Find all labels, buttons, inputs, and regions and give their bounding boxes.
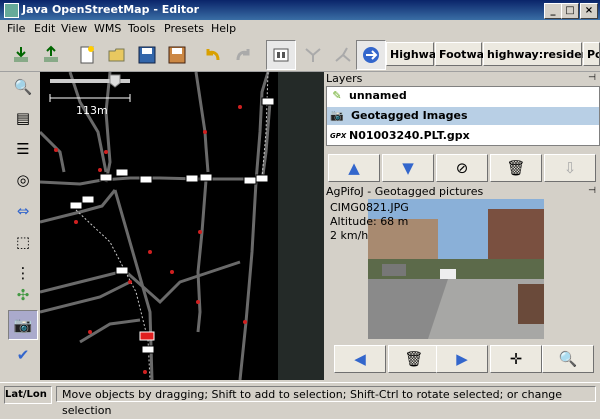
menu-bar: File Edit View WMS Tools Presets Help bbox=[0, 20, 600, 37]
maximize-button[interactable]: □ bbox=[561, 3, 579, 19]
validate-icon[interactable]: ✔ bbox=[8, 340, 38, 370]
map-canvas[interactable]: 113m bbox=[40, 72, 324, 380]
move-up-button[interactable]: ▲ bbox=[328, 154, 380, 182]
map-view[interactable]: 113m bbox=[40, 72, 324, 380]
preset-more-button[interactable]: Po bbox=[583, 42, 600, 66]
menu-view[interactable]: View bbox=[61, 22, 87, 35]
open-file-icon[interactable] bbox=[102, 40, 132, 70]
menu-wms[interactable]: WMS bbox=[94, 22, 121, 35]
map-area bbox=[278, 72, 324, 380]
save-icon[interactable] bbox=[132, 40, 162, 70]
undo-icon[interactable] bbox=[198, 40, 228, 70]
preset-highway-button[interactable]: Highway bbox=[386, 42, 443, 66]
layer-item-label: Geotagged Images bbox=[351, 109, 468, 122]
merge-icon: ⇩ bbox=[563, 159, 577, 177]
next-icon: ▶ bbox=[456, 350, 468, 368]
close-button[interactable]: × bbox=[580, 3, 598, 19]
layer-item-unnamed[interactable]: ✎ unnamed bbox=[327, 87, 599, 105]
left-toolbar: 🔍 ▤ ☰ ◎ ⇔ ⬚ ⋮ ✣ 📷 ✔ bbox=[0, 72, 40, 380]
status-bar: Lat/Lon Move objects by dragging; Shift … bbox=[0, 382, 600, 417]
window-title: Java OpenStreetMap - Editor bbox=[22, 3, 200, 16]
zoom-icon: 🔍 bbox=[558, 350, 578, 368]
scale-label: 113m bbox=[76, 104, 108, 117]
menu-presets[interactable]: Presets bbox=[164, 22, 204, 35]
selected-photo-marker[interactable] bbox=[139, 331, 155, 341]
photo-altitude: Altitude: 68 m bbox=[330, 215, 409, 228]
move-down-icon: ▼ bbox=[402, 159, 414, 177]
latlon-label: Lat/Lon bbox=[4, 386, 52, 404]
properties-icon[interactable]: ☰ bbox=[8, 134, 38, 164]
photo-panel-header: AgPifoJ - Geotagged pictures ⊣ bbox=[326, 185, 600, 198]
menu-help[interactable]: Help bbox=[211, 22, 236, 35]
delete-photo-button[interactable]: 🗑 bbox=[388, 345, 440, 373]
layer-item-label: unnamed bbox=[349, 89, 407, 102]
next-photo-button[interactable]: ▶ bbox=[436, 345, 488, 373]
layer-list: ✎ unnamed 📷 Geotagged Images GPX N010032… bbox=[326, 86, 600, 146]
merge-nodes-icon[interactable] bbox=[298, 40, 328, 70]
pin-icon[interactable]: ⊣ bbox=[588, 73, 596, 83]
app-icon bbox=[4, 3, 19, 18]
photo-panel: AgPifoJ - Geotagged pictures ⊣ CIMG0821.… bbox=[326, 185, 600, 380]
osm-data-icon: ✎ bbox=[332, 89, 342, 102]
select-icon[interactable]: ⬚ bbox=[8, 227, 38, 257]
center-icon: ✛ bbox=[509, 350, 523, 368]
redo-icon[interactable] bbox=[228, 40, 258, 70]
layers-panel-title: Layers bbox=[326, 72, 363, 85]
layer-list-icon[interactable]: ▤ bbox=[8, 103, 38, 133]
preferences-icon[interactable] bbox=[266, 40, 296, 70]
previous-icon: ◀ bbox=[354, 350, 366, 368]
menu-tools[interactable]: Tools bbox=[128, 22, 155, 35]
preset-highway-residential-button[interactable]: highway:residential bbox=[483, 42, 600, 66]
minimize-button[interactable]: _ bbox=[544, 3, 562, 19]
photo-filename: CIMG0821.JPG bbox=[330, 201, 409, 214]
preset-footway-button[interactable]: Footway bbox=[435, 42, 491, 66]
photo-markers bbox=[69, 97, 275, 354]
save-as-icon[interactable] bbox=[162, 40, 192, 70]
toggle-visible-button[interactable]: ⊘ bbox=[436, 154, 488, 182]
photo-panel-title: AgPifoJ - Geotagged pictures bbox=[326, 185, 484, 198]
gpx-track bbox=[75, 72, 269, 380]
split-way-icon[interactable] bbox=[328, 40, 358, 70]
map-ways bbox=[40, 72, 272, 380]
camera-icon: 📷 bbox=[330, 109, 344, 122]
layer-item-geotagged-images[interactable]: 📷 Geotagged Images bbox=[327, 107, 599, 125]
move-up-icon: ▲ bbox=[348, 159, 360, 177]
delete-icon: 🗑 bbox=[404, 350, 424, 368]
center-photo-button[interactable]: ✛ bbox=[490, 345, 542, 373]
photo-speed: 2 km/h bbox=[330, 229, 369, 242]
conflict-icon[interactable]: ◎ bbox=[8, 165, 38, 195]
download-icon[interactable] bbox=[6, 40, 36, 70]
zoom-photo-button[interactable]: 🔍 bbox=[542, 345, 594, 373]
move-down-button[interactable]: ▼ bbox=[382, 154, 434, 182]
delete-layer-button[interactable]: 🗑 bbox=[490, 154, 542, 182]
photo-viewer: CIMG0821.JPG Altitude: 68 m 2 km/h bbox=[328, 199, 598, 349]
new-file-icon[interactable] bbox=[72, 40, 102, 70]
layers-panel-header: Layers ⊣ bbox=[326, 72, 600, 85]
upload-icon[interactable] bbox=[36, 40, 66, 70]
layer-item-gpx[interactable]: GPX N01003240.PLT.gpx bbox=[327, 127, 599, 145]
scale-bar bbox=[49, 94, 131, 102]
previous-photo-button[interactable]: ◀ bbox=[334, 345, 386, 373]
gpx-icon: GPX bbox=[330, 132, 347, 140]
move-icon[interactable]: ⇔ bbox=[8, 196, 38, 226]
combine-icon[interactable] bbox=[356, 40, 386, 70]
zoom-slider-thumb[interactable] bbox=[109, 74, 121, 88]
merge-layer-button[interactable]: ⇩ bbox=[544, 154, 596, 182]
zoom-icon[interactable]: 🔍 bbox=[8, 72, 38, 102]
pin-icon[interactable]: ⊣ bbox=[588, 186, 596, 196]
main-toolbar: Highway Footway highway:residential Po bbox=[0, 37, 600, 72]
menu-file[interactable]: File bbox=[7, 22, 25, 35]
zoom-slider[interactable] bbox=[50, 74, 130, 88]
menu-edit[interactable]: Edit bbox=[34, 22, 55, 35]
title-bar: Java OpenStreetMap - Editor _ □ × bbox=[0, 0, 600, 20]
layers-panel: Layers ⊣ ✎ unnamed 📷 Geotagged Images GP… bbox=[326, 72, 600, 184]
delete-icon: 🗑 bbox=[506, 159, 526, 177]
camera-icon[interactable]: 📷 bbox=[8, 310, 38, 340]
status-message: Move objects by dragging; Shift to add t… bbox=[56, 386, 596, 417]
map-icon[interactable]: ✣ bbox=[8, 280, 38, 310]
toggle-visible-icon: ⊘ bbox=[455, 159, 469, 177]
layer-item-label: N01003240.PLT.gpx bbox=[349, 129, 470, 142]
